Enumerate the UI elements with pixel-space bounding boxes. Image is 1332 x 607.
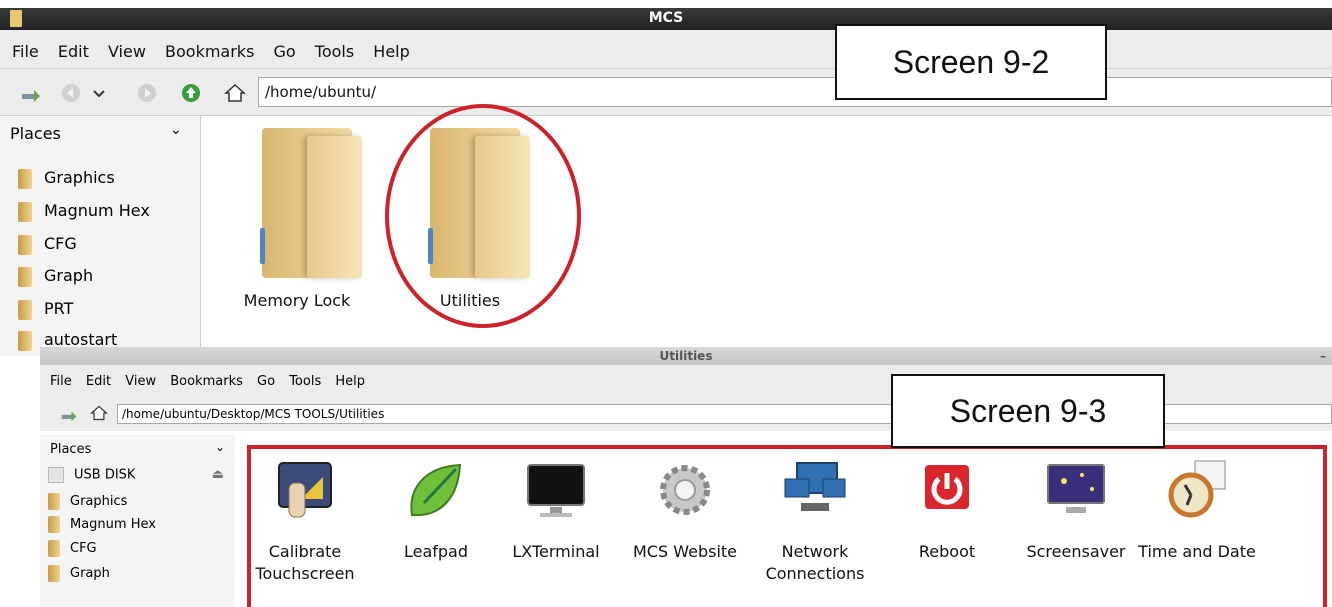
up-icon[interactable] bbox=[180, 82, 202, 104]
folder-icon bbox=[48, 540, 60, 557]
menu-go[interactable]: Go bbox=[274, 42, 296, 61]
menu-view[interactable]: View bbox=[108, 42, 146, 61]
folder-icon bbox=[307, 136, 362, 278]
menu-bookmarks[interactable]: Bookmarks bbox=[170, 374, 243, 389]
forward-icon[interactable] bbox=[136, 82, 158, 104]
folder-view: Memory Lock Utilities bbox=[202, 116, 1332, 346]
menu-tools[interactable]: Tools bbox=[315, 42, 354, 61]
screensaver-icon bbox=[1047, 464, 1105, 513]
sidebar-item-graphics[interactable]: Graphics bbox=[18, 168, 115, 194]
app-mcs-website[interactable]: MCS Website bbox=[625, 459, 745, 563]
app-calibrate-touchscreen[interactable]: Calibrate Touchscreen bbox=[245, 459, 365, 585]
callout-screen-9-3: Screen 9-3 bbox=[891, 374, 1165, 448]
places-header: Places bbox=[10, 124, 61, 143]
folder-icon bbox=[48, 516, 60, 533]
menu-edit[interactable]: Edit bbox=[86, 374, 111, 389]
clock-icon bbox=[1168, 460, 1226, 518]
sidebar-item-graph[interactable]: Graph bbox=[18, 266, 93, 292]
places-sidebar: Places ⌄ Graphics Magnum Hex CFG Graph P… bbox=[0, 116, 201, 356]
window-title: Utilities bbox=[659, 349, 713, 363]
menu-edit[interactable]: Edit bbox=[58, 42, 89, 61]
chevron-down-icon[interactable]: ⌄ bbox=[170, 122, 182, 138]
folder-icon bbox=[48, 565, 60, 582]
menu-help[interactable]: Help bbox=[373, 42, 409, 61]
sidebar-item-usb-disk[interactable]: USB DISK ⏏ bbox=[48, 467, 228, 489]
menu-bookmarks[interactable]: Bookmarks bbox=[165, 42, 254, 61]
menu-tools[interactable]: Tools bbox=[289, 374, 321, 389]
folder-icon bbox=[18, 201, 32, 222]
minimize-icon[interactable]: – bbox=[1320, 349, 1326, 363]
folder-label: Memory Lock bbox=[243, 291, 351, 310]
highlight-circle bbox=[385, 104, 581, 328]
callout-screen-9-2: Screen 9-2 bbox=[835, 24, 1107, 100]
title-bar: Utilities – bbox=[40, 347, 1332, 365]
title-bar: MCS bbox=[0, 8, 1332, 30]
folder-icon bbox=[18, 234, 32, 255]
folder-icon bbox=[18, 330, 32, 351]
folder-icon bbox=[48, 493, 60, 510]
network-icon bbox=[784, 462, 846, 511]
app-time-and-date[interactable]: Time and Date bbox=[1137, 459, 1257, 563]
gear-icon bbox=[660, 465, 710, 515]
folder-icon bbox=[18, 299, 32, 320]
back-icon[interactable] bbox=[60, 82, 82, 104]
menu-file[interactable]: File bbox=[50, 374, 72, 389]
folder-icon bbox=[18, 168, 32, 189]
menu-bar: File Edit View Bookmarks Go Tools Help bbox=[0, 30, 1332, 69]
eject-icon[interactable]: ⏏ bbox=[212, 467, 224, 482]
window-title: MCS bbox=[648, 10, 684, 26]
places-header: Places bbox=[50, 442, 92, 457]
menu-view[interactable]: View bbox=[125, 374, 156, 389]
new-tab-icon[interactable] bbox=[20, 82, 42, 104]
sidebar-item-cfg[interactable]: CFG bbox=[18, 234, 77, 260]
menu-go[interactable]: Go bbox=[257, 374, 275, 389]
sidebar-item-magnum-hex[interactable]: Magnum Hex bbox=[48, 516, 156, 538]
drive-icon bbox=[48, 467, 64, 483]
menu-help[interactable]: Help bbox=[335, 374, 365, 389]
app-network-connections[interactable]: Network Connections bbox=[755, 459, 875, 585]
app-leafpad[interactable]: Leafpad bbox=[376, 459, 496, 563]
sidebar-item-graph[interactable]: Graph bbox=[48, 565, 110, 587]
sidebar-item-prt[interactable]: PRT bbox=[18, 299, 73, 325]
app-lxterminal[interactable]: LXTerminal bbox=[496, 459, 616, 563]
new-tab-icon[interactable] bbox=[60, 405, 78, 423]
apps-highlight-box: Calibrate Touchscreen Leafpad LXTerminal… bbox=[247, 445, 1327, 607]
sidebar-item-magnum-hex[interactable]: Magnum Hex bbox=[18, 201, 150, 227]
leafpad-icon bbox=[410, 463, 462, 517]
folder-memory-lock[interactable] bbox=[252, 128, 362, 278]
toolbar: /home/ubuntu/ bbox=[0, 69, 1332, 116]
chevron-down-icon[interactable]: ⌄ bbox=[215, 440, 225, 454]
home-icon[interactable] bbox=[224, 82, 246, 104]
file-manager-window-utilities: Utilities – File Edit View Bookmarks Go … bbox=[40, 347, 1332, 607]
terminal-icon bbox=[527, 464, 585, 517]
power-icon bbox=[925, 465, 969, 509]
location-bar[interactable]: /home/ubuntu/ bbox=[258, 77, 1332, 107]
folder-icon bbox=[18, 266, 32, 287]
menu-file[interactable]: File bbox=[12, 42, 39, 61]
app-screensaver[interactable]: Screensaver bbox=[1016, 459, 1136, 563]
chevron-down-icon[interactable] bbox=[88, 82, 110, 104]
calibrate-touchscreen-icon bbox=[278, 462, 332, 518]
sidebar-item-cfg[interactable]: CFG bbox=[48, 540, 97, 562]
app-reboot[interactable]: Reboot bbox=[887, 459, 1007, 563]
places-sidebar: Places ⌄ USB DISK ⏏ Graphics Magnum Hex C… bbox=[40, 435, 235, 607]
sidebar-item-graphics[interactable]: Graphics bbox=[48, 493, 127, 515]
home-icon[interactable] bbox=[90, 404, 108, 422]
